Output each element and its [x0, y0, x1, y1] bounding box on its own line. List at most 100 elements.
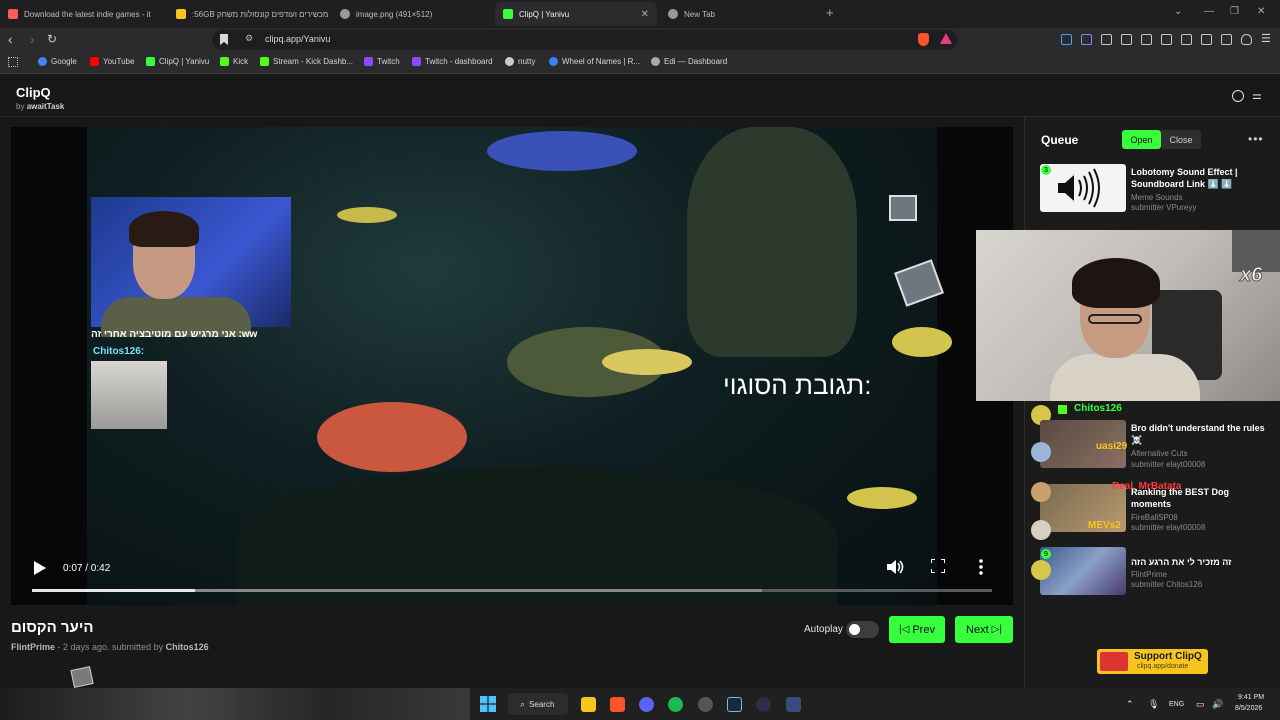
clip-meta: FlintPrime - 2 days ago. submitted by Ch…	[11, 642, 209, 652]
volume-tray-icon[interactable]: 🔊	[1212, 699, 1223, 710]
taskbar-time[interactable]: 9:41 PM	[1238, 694, 1264, 701]
file-explorer-icon[interactable]	[581, 697, 596, 712]
discord-icon[interactable]	[639, 697, 654, 712]
taskbar-search[interactable]: ⌕ Search	[508, 693, 568, 715]
bookmark-youtube[interactable]: YouTube	[90, 57, 134, 66]
bookmark-kick[interactable]: Kick	[220, 57, 248, 66]
close-window-icon[interactable]: ✕	[1257, 6, 1265, 17]
translate-icon[interactable]	[1081, 34, 1092, 45]
play-icon[interactable]	[34, 561, 46, 575]
next-button[interactable]: Next ▷|	[955, 616, 1013, 643]
spotify-icon[interactable]	[668, 697, 683, 712]
fish-shape	[337, 207, 397, 223]
obs-icon[interactable]	[698, 697, 713, 712]
queue-item-channel: Meme Sounds	[1131, 193, 1183, 202]
queue-more-icon[interactable]: •••	[1248, 132, 1264, 146]
microphone-icon[interactable]: 🎙	[1148, 699, 1159, 710]
wallpaper-strip	[0, 688, 470, 720]
queue-item-title[interactable]: Bro didn't understand the rules ☠️	[1131, 422, 1271, 446]
queue-item-thumbnail[interactable]	[1040, 164, 1126, 212]
bookmark-clipq[interactable]: ClipQ | Yanivu	[146, 57, 209, 66]
windows-start-icon[interactable]	[480, 696, 496, 712]
download-icon[interactable]	[1141, 34, 1152, 45]
brave-shields-icon[interactable]	[918, 33, 929, 46]
settings-sliders-icon[interactable]: ⚌	[1252, 89, 1262, 102]
queue-item-title[interactable]: Lobotomy Sound Effect | Soundboard Link …	[1131, 166, 1271, 190]
autoplay-toggle[interactable]	[846, 621, 879, 638]
leo-icon[interactable]	[1221, 34, 1232, 45]
sidebar-icon[interactable]	[1181, 34, 1192, 45]
bookmark-google[interactable]: Google	[38, 57, 77, 66]
tray-expand-icon[interactable]: ⌃	[1126, 699, 1134, 710]
bookmark-label: ClipQ | Yanivu	[159, 57, 210, 66]
site-settings-icon[interactable]: ⚙	[245, 33, 253, 44]
apps-icon[interactable]	[8, 57, 18, 67]
network-icon[interactable]: ▭	[1196, 699, 1205, 710]
media-icon[interactable]	[1161, 34, 1172, 45]
byline-author[interactable]: awaitTask	[27, 102, 65, 111]
app-icon[interactable]	[786, 697, 801, 712]
browser-tab-5[interactable]: New Tab	[660, 2, 822, 26]
bookmark-twitch[interactable]: Twitch	[364, 57, 400, 66]
search-icon: ⌕	[520, 698, 526, 709]
puzzle-icon[interactable]	[1121, 34, 1132, 45]
history-icon[interactable]	[1232, 90, 1244, 102]
browser-tab-1[interactable]: Download the latest indie games - it	[0, 2, 165, 26]
queue-open-button[interactable]: Open	[1122, 130, 1161, 149]
restore-icon[interactable]: ❐	[1230, 6, 1239, 17]
app-byline: by awaitTask	[16, 102, 64, 111]
chat-avatar	[1031, 482, 1051, 502]
app-icon[interactable]	[756, 697, 771, 712]
volume-icon[interactable]	[887, 559, 905, 575]
queue-close-button[interactable]: Close	[1161, 130, 1201, 149]
steam-icon[interactable]	[727, 697, 742, 712]
fish-shape	[602, 349, 692, 375]
wallet-icon[interactable]	[1201, 34, 1212, 45]
bookmark-twitch-dashboard[interactable]: Twitch - dashboard	[412, 57, 493, 66]
browser-tab-active[interactable]: ClipQ | Yanivu ✕	[495, 2, 657, 26]
vpn-shield-icon[interactable]	[1241, 34, 1252, 45]
browser-tab-2[interactable]: :56GB מכשירים ועודפים קונסולות משחק	[168, 2, 330, 26]
fish-shape	[317, 402, 467, 472]
clip-submitter[interactable]: Chitos126	[166, 642, 209, 652]
back-icon[interactable]: ‹	[8, 32, 13, 46]
minimize-icon[interactable]: —	[1204, 6, 1214, 17]
bookmark-kick-dashboard[interactable]: Stream - Kick Dashb...	[260, 57, 353, 66]
bookmark-label: Edi — Dashboard	[664, 57, 728, 66]
tab-title: ClipQ | Yanivu	[519, 9, 570, 19]
taskbar-date[interactable]: 8/5/2026	[1235, 705, 1262, 712]
menu-icon[interactable]: ☰	[1261, 32, 1271, 46]
new-tab-icon[interactable]: +	[826, 5, 834, 20]
bookmark-wheel-of-names[interactable]: Wheel of Names | R...	[549, 57, 640, 66]
browser-tab-3[interactable]: image.png (491×512)	[332, 2, 492, 26]
screenshot-icon[interactable]	[1101, 34, 1112, 45]
streamer-shirt	[1050, 354, 1200, 401]
app-logo[interactable]: ClipQ	[16, 85, 51, 100]
bookmark-label: Kick	[233, 57, 249, 66]
fullscreen-icon[interactable]	[931, 559, 945, 573]
more-options-icon[interactable]	[978, 559, 984, 575]
url-text[interactable]: clipq.app/Yanivu	[265, 34, 330, 44]
glasses-shape	[1088, 314, 1142, 324]
clip-channel[interactable]: FlintPrime	[11, 642, 55, 652]
video-progress-bar[interactable]	[32, 589, 992, 592]
language-indicator[interactable]: ENG	[1169, 701, 1184, 708]
bookmark-edi-dashboard[interactable]: Edi — Dashboard	[651, 57, 727, 66]
brave-rewards-icon[interactable]	[940, 33, 952, 44]
forward-icon[interactable]: ›	[30, 32, 35, 46]
prev-button[interactable]: |◁ Prev	[889, 616, 945, 643]
reload-icon[interactable]: ↻	[47, 32, 57, 46]
extension-icon[interactable]	[1061, 34, 1072, 45]
video-player[interactable]: אני מרגיש עם מוטיבציה אחרי זה :ww Chitos…	[11, 127, 1013, 605]
queue-title: Queue	[1041, 133, 1079, 147]
tab-search-icon[interactable]: ⌄	[1174, 6, 1182, 17]
bookmark-label: nutty	[518, 57, 536, 66]
brave-browser-icon[interactable]	[610, 697, 625, 712]
close-tab-icon[interactable]: ✕	[641, 9, 649, 20]
queue-item-thumbnail[interactable]	[1040, 547, 1126, 595]
queue-item-title[interactable]: זה מזכיר לי את הרגע הזה	[1131, 556, 1271, 568]
queue-item-submitter: submitter elayt00008	[1131, 460, 1206, 469]
queue-item-title[interactable]: Ranking the BEST Dog moments	[1131, 486, 1271, 510]
bookmark-nutty[interactable]: nutty	[505, 57, 535, 66]
itch-favicon-icon	[8, 9, 18, 19]
